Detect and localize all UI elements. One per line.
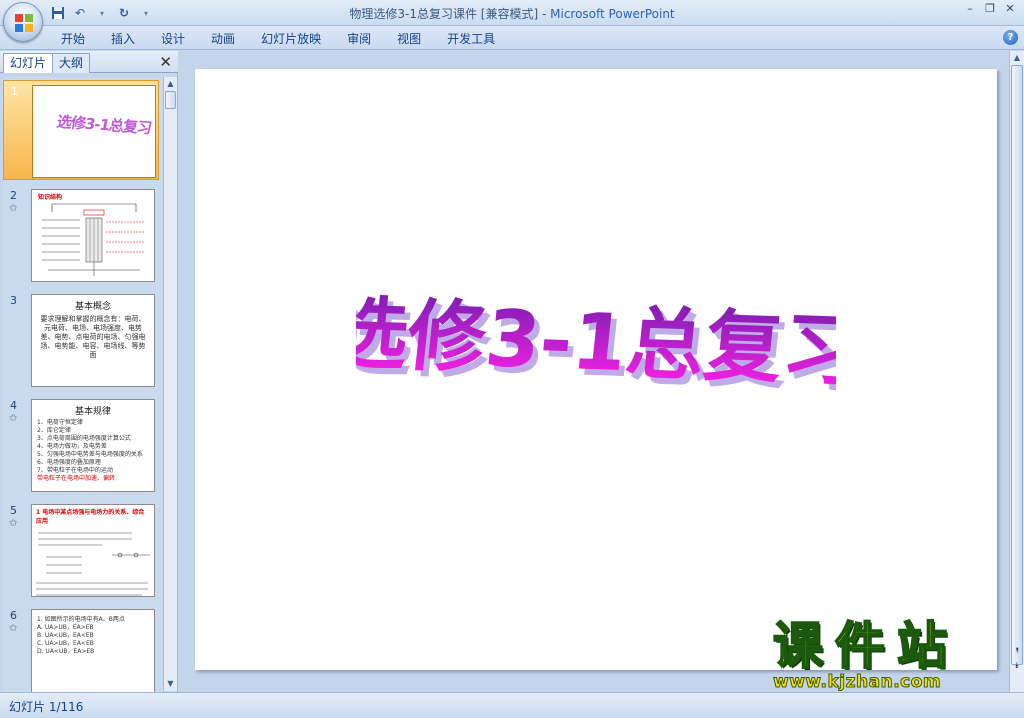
animation-star-icon: ✩	[9, 203, 18, 214]
scroll-down-icon[interactable]: ▼	[164, 677, 177, 691]
wordart-title: 选修3-1总复习 选修3-1总复习	[356, 289, 836, 403]
watermark-logo: 课件站 www.kjzhan.com	[772, 617, 1009, 694]
slide-preview-title: 选修3-1总复习	[55, 112, 153, 138]
slide-preview: 知识结构	[31, 189, 155, 282]
minimize-icon[interactable]: –	[962, 2, 978, 16]
watermark-cn-text: 课件站	[772, 617, 959, 675]
slide-number: 4	[10, 399, 17, 412]
slide-preview: 基本概念 要求理解和掌握的概念有：电荷、元电荷、电场、电场强度、电势差、电势、点…	[31, 294, 155, 387]
slide-preview-heading: 基本概念	[74, 302, 111, 312]
scroll-up-icon[interactable]: ▲	[1010, 51, 1024, 65]
window-controls: – ❐ ✕	[962, 2, 1018, 16]
close-icon[interactable]: ✕	[1002, 2, 1018, 16]
slide-title-wordart[interactable]: 选修3-1总复习 选修3-1总复习	[195, 265, 997, 405]
slide-thumbnail-4[interactable]: 4 ✩ 基本规律 1、电荷守恒定律 2、库仑定律 3、点电荷周围的电场强度计算公…	[3, 395, 159, 495]
slide-preview: 1. 如图所示的电场中有A、B两点 A. UA>UB，EA>EB B. UA<U…	[31, 609, 155, 692]
slide-thumbnails: 1 选修3-1总复习 2 ✩ 知识结构 3 基本概念 要求理解和掌握的概念有：电…	[3, 77, 163, 692]
slide-preview-body: 1. 如图所示的电场中有A、B两点 A. UA>UB，EA>EB B. UA<U…	[32, 610, 154, 658]
list-item: 5、匀强电场中电势差与电场强度的关系	[37, 451, 143, 458]
list-item: 6、电场强度的叠加原理	[37, 459, 101, 466]
slide-preview-heading: 基本规律	[74, 407, 111, 417]
animation-star-icon: ✩	[9, 518, 18, 529]
tab-outline[interactable]: 大纲	[52, 53, 91, 73]
slide-thumbnail-6[interactable]: 6 ✩ 1. 如图所示的电场中有A、B两点 A. UA>UB，EA>EB B. …	[3, 605, 159, 692]
restore-icon[interactable]: ❐	[982, 2, 998, 16]
slide-number: 1	[11, 85, 18, 98]
tab-design[interactable]: 设计	[148, 30, 198, 48]
next-slide-icon[interactable]: ⯯	[1010, 661, 1024, 671]
thumbnail-scrollbar[interactable]: ▲ ▼	[163, 77, 177, 691]
list-item: C. UA>UB，EA<EB	[37, 640, 94, 647]
list-item: D. UA<UB，EA>EB	[37, 648, 95, 655]
slides-panel: 幻灯片 大纲 ✕ 1 选修3-1总复习 2 ✩ 知识结构 3 基本概念 要求理解…	[0, 51, 178, 692]
close-panel-icon[interactable]: ✕	[159, 53, 172, 71]
slide-number: 6	[10, 609, 17, 622]
slide-thumbnail-5[interactable]: 5 ✩ 1 电场中某点场强与电场力的关系、综合应用	[3, 500, 159, 600]
tab-review[interactable]: 审阅	[334, 30, 384, 48]
editor-scrollbar[interactable]: ▲ ⯭ ⯯	[1009, 51, 1024, 692]
list-item: B. UA<UB，EA<EB	[37, 632, 94, 639]
list-item: 1、电荷守恒定律	[37, 419, 83, 426]
slide-title-text: 选修3-1总复习	[356, 289, 836, 397]
list-item: A. UA>UB，EA>EB	[37, 624, 94, 631]
slide-thumbnail-2[interactable]: 2 ✩ 知识结构	[3, 185, 159, 285]
document-title: 物理选修3-1总复习课件 [兼容模式]	[349, 7, 539, 21]
slide-number: 2	[10, 189, 17, 202]
app-name: Microsoft PowerPoint	[550, 7, 675, 21]
ribbon-tabs: 开始 插入 设计 动画 幻灯片放映 审阅 视图 开发工具	[48, 30, 508, 48]
question-diagram	[36, 532, 150, 596]
tab-slides[interactable]: 幻灯片	[3, 53, 54, 73]
title-bar: ↶ ▾ ↻ ▾ 物理选修3-1总复习课件 [兼容模式] - Microsoft …	[0, 0, 1024, 26]
slide-preview: 基本规律 1、电荷守恒定律 2、库仑定律 3、点电荷周围的电场强度计算公式 4、…	[31, 399, 155, 492]
help-icon[interactable]: ?	[1003, 30, 1018, 45]
slide-number: 5	[10, 504, 17, 517]
panel-tabs: 幻灯片 大纲 ✕	[0, 51, 178, 73]
slide-preview-body: 要求理解和掌握的概念有：电荷、元电荷、电场、电场强度、电势差、电势、点电荷的电场…	[40, 315, 146, 359]
slide-preview-body: 1、电荷守恒定律 2、库仑定律 3、点电荷周围的电场强度计算公式 4、电场力做功…	[32, 417, 154, 485]
slide-editor: 选修3-1总复习 选修3-1总复习	[179, 51, 1009, 692]
slide-counter: 幻灯片 1/116	[9, 700, 84, 714]
scroll-up-icon[interactable]: ▲	[164, 77, 177, 91]
slide-thumbnail-3[interactable]: 3 基本概念 要求理解和掌握的概念有：电荷、元电荷、电场、电场强度、电势差、电势…	[3, 290, 159, 390]
concept-map-diagram	[42, 203, 144, 276]
slide-preview: 选修3-1总复习	[32, 85, 156, 178]
title-separator: -	[538, 7, 551, 21]
animation-star-icon: ✩	[9, 623, 18, 634]
tab-developer[interactable]: 开发工具	[434, 30, 508, 48]
list-item: 7、带电粒子在电场中的运动	[37, 467, 113, 474]
tab-animations[interactable]: 动画	[198, 30, 248, 48]
slide-number: 3	[10, 294, 17, 307]
list-item: 4、电场力做功，及电势差	[37, 443, 107, 450]
scroll-thumb[interactable]	[165, 91, 176, 109]
tab-slide-show[interactable]: 幻灯片放映	[248, 30, 334, 48]
list-item: 2、库仑定律	[37, 427, 71, 434]
slide-thumbnail-1[interactable]: 1 选修3-1总复习	[3, 80, 159, 180]
list-item: 1. 如图所示的电场中有A、B两点	[37, 616, 125, 623]
animation-star-icon: ✩	[9, 413, 18, 424]
current-slide[interactable]: 选修3-1总复习 选修3-1总复习	[195, 69, 997, 670]
ribbon-menu: 开始 插入 设计 动画 幻灯片放映 审阅 视图 开发工具 ?	[0, 26, 1024, 50]
scroll-thumb[interactable]	[1011, 65, 1023, 665]
status-bar: 幻灯片 1/116	[0, 692, 1024, 718]
slide-preview: 1 电场中某点场强与电场力的关系、综合应用	[31, 504, 155, 597]
list-item: 带电粒子在电场中加速、偏转	[37, 475, 116, 482]
previous-slide-icon[interactable]: ⯭	[1010, 646, 1024, 656]
tab-insert[interactable]: 插入	[98, 30, 148, 48]
slide-preview-heading: 1 电场中某点场强与电场力的关系、综合应用	[36, 509, 145, 525]
tab-home[interactable]: 开始	[48, 30, 98, 48]
office-logo-icon	[15, 14, 33, 32]
office-button[interactable]	[3, 2, 43, 42]
tab-view[interactable]: 视图	[384, 30, 434, 48]
watermark-url: www.kjzhan.com	[773, 672, 942, 693]
window-title: 物理选修3-1总复习课件 [兼容模式] - Microsoft PowerPoi…	[0, 5, 1024, 22]
list-item: 3、点电荷周围的电场强度计算公式	[37, 435, 131, 442]
